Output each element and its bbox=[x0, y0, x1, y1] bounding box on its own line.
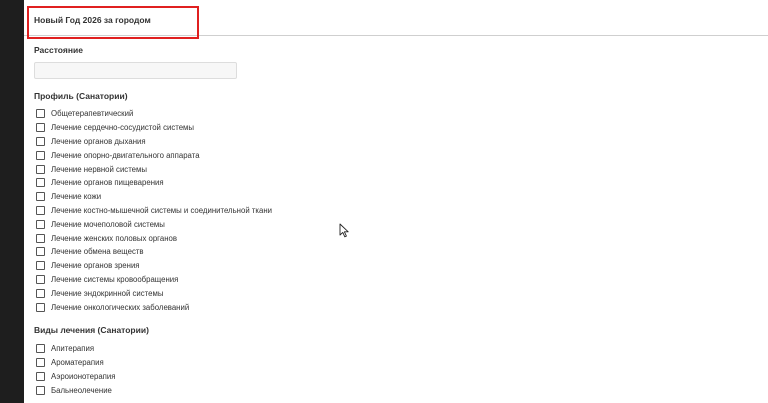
treatment-option[interactable]: Ароматерапия bbox=[36, 356, 115, 370]
profile-option-label[interactable]: Лечение системы кровообращения bbox=[51, 275, 178, 284]
profile-option-label[interactable]: Лечение кожи bbox=[51, 192, 101, 201]
treatment-checkbox[interactable] bbox=[36, 358, 45, 368]
profile-checkbox[interactable] bbox=[36, 136, 45, 146]
profile-option-label[interactable]: Лечение эндокринной системы bbox=[51, 289, 163, 298]
treatment-checkbox[interactable] bbox=[36, 344, 45, 354]
profile-option[interactable]: Лечение органов зрения bbox=[36, 259, 272, 273]
profile-checkbox[interactable] bbox=[36, 123, 45, 133]
treatment-option[interactable]: Аэроионотерапия bbox=[36, 370, 115, 384]
profile-checkbox[interactable] bbox=[36, 247, 45, 257]
profile-checkbox[interactable] bbox=[36, 302, 45, 312]
profile-option[interactable]: Общетерапевтический bbox=[36, 107, 272, 121]
profile-option-label[interactable]: Лечение сердечно-сосудистой системы bbox=[51, 123, 194, 132]
profile-option-label[interactable]: Лечение онкологических заболеваний bbox=[51, 303, 189, 312]
profile-option-label[interactable]: Лечение органов зрения bbox=[51, 261, 140, 270]
treatment-option-label[interactable]: Апитерапия bbox=[51, 344, 94, 353]
profile-checkbox[interactable] bbox=[36, 150, 45, 160]
profile-option-label[interactable]: Лечение органов пищеварения bbox=[51, 178, 164, 187]
profile-checkbox[interactable] bbox=[36, 288, 45, 298]
page: Новый Год 2026 за городом Расстояние Про… bbox=[24, 0, 768, 403]
profile-option[interactable]: Лечение опорно-двигательного аппарата bbox=[36, 148, 272, 162]
profile-option[interactable]: Лечение эндокринной системы bbox=[36, 286, 272, 300]
profile-checkbox[interactable] bbox=[36, 274, 45, 284]
profile-checkbox[interactable] bbox=[36, 109, 45, 119]
treatment-checkbox[interactable] bbox=[36, 371, 45, 381]
profile-checkbox[interactable] bbox=[36, 178, 45, 188]
profile-option[interactable]: Лечение мочеполовой системы bbox=[36, 217, 272, 231]
distance-label: Расстояние bbox=[34, 45, 83, 55]
profile-option-label[interactable]: Лечение женских половых органов bbox=[51, 234, 177, 243]
treatment-option-label[interactable]: Бальнеолечение bbox=[51, 386, 112, 395]
profile-option-label[interactable]: Лечение нервной системы bbox=[51, 165, 147, 174]
profile-checkbox[interactable] bbox=[36, 192, 45, 202]
profile-option[interactable]: Лечение онкологических заболеваний bbox=[36, 300, 272, 314]
profile-option[interactable]: Лечение системы кровообращения bbox=[36, 273, 272, 287]
treatment-checkbox[interactable] bbox=[36, 385, 45, 395]
profile-option[interactable]: Лечение обмена веществ bbox=[36, 245, 272, 259]
profile-option-label[interactable]: Лечение обмена веществ bbox=[51, 247, 144, 256]
profile-option[interactable]: Лечение органов дыхания bbox=[36, 135, 272, 149]
profile-option-label[interactable]: Лечение мочеполовой системы bbox=[51, 220, 165, 229]
profile-option[interactable]: Лечение костно-мышечной системы и соедин… bbox=[36, 204, 272, 218]
distance-input[interactable] bbox=[34, 62, 237, 79]
highlight-box bbox=[27, 6, 199, 39]
profile-checkbox-list: Общетерапевтический Лечение сердечно-сосу… bbox=[36, 107, 272, 314]
treatment-checkbox-list: Апитерапия Ароматерапия Аэроионотерапия Бал… bbox=[36, 342, 115, 397]
profile-option[interactable]: Лечение женских половых органов bbox=[36, 231, 272, 245]
profile-checkbox[interactable] bbox=[36, 219, 45, 229]
profile-option[interactable]: Лечение сердечно-сосудистой системы bbox=[36, 121, 272, 135]
profile-option-label[interactable]: Лечение опорно-двигательного аппарата bbox=[51, 151, 200, 160]
treatment-option-label[interactable]: Аэроионотерапия bbox=[51, 372, 115, 381]
profile-option[interactable]: Лечение кожи bbox=[36, 190, 272, 204]
profile-checkbox[interactable] bbox=[36, 261, 45, 271]
profile-label: Профиль (Санатории) bbox=[34, 91, 128, 101]
treatment-option-label[interactable]: Ароматерапия bbox=[51, 358, 104, 367]
profile-checkbox[interactable] bbox=[36, 205, 45, 215]
profile-option-label[interactable]: Лечение органов дыхания bbox=[51, 137, 146, 146]
profile-option[interactable]: Лечение органов пищеварения bbox=[36, 176, 272, 190]
profile-option[interactable]: Лечение нервной системы bbox=[36, 162, 272, 176]
profile-checkbox[interactable] bbox=[36, 233, 45, 243]
treatment-option[interactable]: Апитерапия bbox=[36, 342, 115, 356]
profile-option-label[interactable]: Лечение костно-мышечной системы и соедин… bbox=[51, 206, 272, 215]
profile-checkbox[interactable] bbox=[36, 164, 45, 174]
mouse-pointer-icon bbox=[339, 223, 349, 238]
profile-option-label[interactable]: Общетерапевтический bbox=[51, 109, 133, 118]
treatment-label: Виды лечения (Санатории) bbox=[34, 325, 149, 335]
treatment-option[interactable]: Бальнеолечение bbox=[36, 383, 115, 397]
